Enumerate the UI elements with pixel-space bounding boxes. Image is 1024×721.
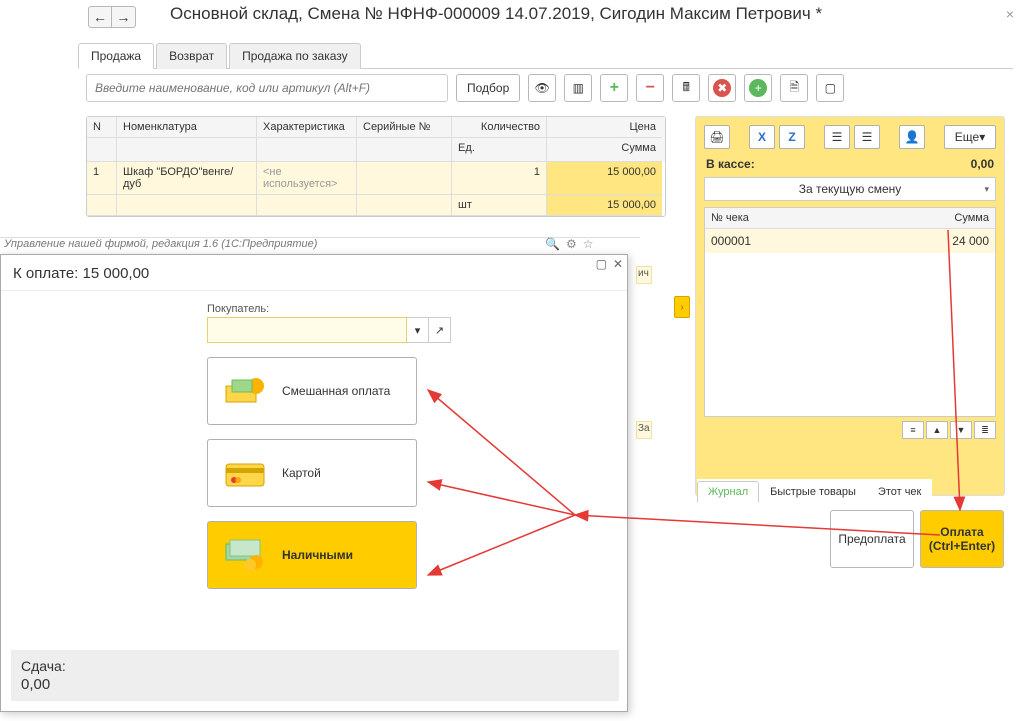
user-button[interactable]: 👤 [899, 125, 925, 149]
change-value: 0,00 [21, 676, 609, 693]
window-title: Основной склад, Смена № НФНФ-000009 14.0… [170, 4, 822, 24]
cell-name: Шкаф "БОРДО"венге/дуб [117, 162, 257, 195]
panel-tab-this[interactable]: Этот чек [867, 481, 932, 503]
cell-price: 15 000,00 [547, 162, 662, 195]
panel-tab-quick[interactable]: Быстрые товары [759, 481, 867, 503]
print-button[interactable]: 🖨 [704, 125, 730, 149]
cash-label: В кассе: [706, 157, 755, 171]
payment-dialog: ▢ ✕ К оплате: 15 000,00 Покупатель: ▾ ↗ … [0, 254, 628, 712]
remove-row-button[interactable]: − [636, 74, 664, 102]
cell-qty: 1 [452, 162, 547, 195]
nav-last-button[interactable]: ≣ [974, 421, 996, 439]
eye-icon: 👁 [535, 81, 550, 95]
add-row-button[interactable]: + [600, 74, 628, 102]
col-receipt-no: № чека [705, 208, 905, 228]
modal-gear-icon[interactable]: ⚙ [566, 237, 577, 251]
cash-value: 0,00 [971, 157, 994, 171]
cell-char: <не используется> [257, 162, 357, 195]
col-qty: Количество [452, 117, 547, 138]
buyer-dropdown-button[interactable]: ▾ [407, 317, 429, 343]
modal-close-button[interactable]: ✕ [613, 257, 623, 271]
tab-return[interactable]: Возврат [156, 43, 227, 69]
modal-maximize-button[interactable]: ▢ [596, 257, 607, 271]
stray-text-2: За [636, 421, 652, 439]
collapse-panel-button[interactable]: › [674, 296, 690, 318]
cash-icon [222, 537, 268, 573]
col-sum: Сумма [547, 138, 662, 162]
col-char: Характеристика [257, 117, 357, 138]
receipt-no: 000001 [705, 229, 905, 253]
calc-button[interactable]: 🖩 [672, 74, 700, 102]
nav-back-button[interactable]: ← [88, 6, 112, 28]
doc-button[interactable]: 🗎 [780, 74, 808, 102]
receipt1-button[interactable]: ☰ [824, 125, 850, 149]
view-button[interactable]: 👁 [528, 74, 556, 102]
nav-up-button[interactable]: ▲ [926, 421, 948, 439]
extra-button[interactable]: ▢ [816, 74, 844, 102]
mixed-icon [222, 373, 268, 409]
nav-down-button[interactable]: ▼ [950, 421, 972, 439]
total-label: К оплате: [13, 265, 78, 282]
tab-sale[interactable]: Продажа [78, 43, 154, 69]
add-icon: + [749, 79, 767, 97]
change-label: Сдача: [21, 658, 609, 674]
col-receipt-sum: Сумма [905, 208, 995, 228]
total-value: 15 000,00 [83, 265, 150, 282]
nav-first-button[interactable]: ≡ [902, 421, 924, 439]
modal-star-icon[interactable]: ☆ [583, 237, 594, 251]
pay-card-label: Картой [282, 466, 321, 480]
receipt2-button[interactable]: ☰ [854, 125, 880, 149]
close-window-button[interactable]: × [1006, 6, 1014, 22]
minus-icon: − [646, 79, 655, 97]
pay-card-option[interactable]: Картой [207, 439, 417, 507]
x-report-button[interactable]: X [749, 125, 775, 149]
pay-cash-label: Наличными [282, 548, 353, 562]
cell-unit: шт [452, 195, 547, 216]
receipts-list: № чека Сумма 000001 24 000 [704, 207, 996, 417]
delete-icon: ✖ [713, 79, 731, 97]
delete-button[interactable]: ✖ [708, 74, 736, 102]
col-name: Номенклатура [117, 117, 257, 138]
prepay-button[interactable]: Предоплата [830, 510, 914, 568]
doc-icon: 🗎 [789, 78, 799, 99]
receipt-sum: 24 000 [905, 229, 995, 253]
cell-serial [357, 162, 452, 195]
nav-fwd-button[interactable]: → [112, 6, 136, 28]
extra-icon: ▢ [825, 81, 836, 95]
modal-titlebar: Управление нашей фирмой, редакция 1.6 (1… [0, 237, 640, 255]
cash-panel: 🖨 X Z ☰ ☰ 👤 Еще ▾ В кассе: 0,00 За текущ… [695, 116, 1005, 496]
modal-search-icon[interactable]: 🔍 [545, 237, 560, 251]
printer-icon: 🖨 [709, 130, 724, 144]
card-icon [222, 455, 268, 491]
panel-tab-journal[interactable]: Журнал [697, 481, 759, 503]
pick-button[interactable]: Подбор [456, 74, 520, 102]
pay-button[interactable]: Оплата (Ctrl+Enter) [920, 510, 1004, 568]
add-green-button[interactable]: + [744, 74, 772, 102]
calc-icon: 🖩 [683, 78, 690, 99]
col-n: N [87, 117, 117, 138]
z-report-button[interactable]: Z [779, 125, 805, 149]
col-price: Цена [547, 117, 662, 138]
shift-select[interactable]: За текущую смену [704, 177, 996, 201]
items-table: N Номенклатура Характеристика Серийные №… [86, 116, 666, 217]
pay-mixed-label: Смешанная оплата [282, 384, 390, 398]
col-serial: Серийные № [357, 117, 452, 138]
buyer-input[interactable] [207, 317, 407, 343]
table-row[interactable]: 1 Шкаф "БОРДО"венге/дуб <не используется… [87, 162, 665, 195]
pay-mixed-option[interactable]: Смешанная оплата [207, 357, 417, 425]
buyer-open-button[interactable]: ↗ [429, 317, 451, 343]
barcode-icon: ▥ [573, 81, 584, 95]
stray-text: ич [636, 266, 652, 284]
receipt-row[interactable]: 000001 24 000 [705, 229, 995, 253]
barcode-button[interactable]: ▥ [564, 74, 592, 102]
pay-cash-option[interactable]: Наличными [207, 521, 417, 589]
col-unit: Ед. [452, 138, 547, 162]
buyer-label: Покупатель: [207, 303, 627, 315]
more-button[interactable]: Еще ▾ [944, 125, 996, 149]
tab-sale-order[interactable]: Продажа по заказу [229, 43, 361, 69]
search-input[interactable] [86, 74, 448, 102]
cell-n: 1 [87, 162, 117, 195]
cell-sum: 15 000,00 [547, 195, 662, 216]
plus-icon: + [610, 79, 619, 97]
